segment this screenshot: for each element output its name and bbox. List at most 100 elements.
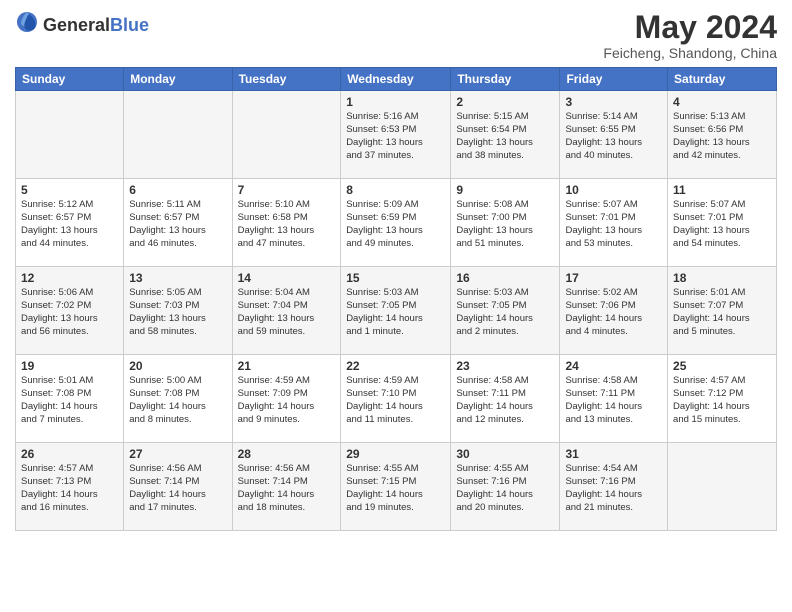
day-cell-3-2: 21Sunrise: 4:59 AM Sunset: 7:09 PM Dayli… bbox=[232, 355, 341, 443]
day-info: Sunrise: 5:01 AM Sunset: 7:07 PM Dayligh… bbox=[673, 287, 771, 338]
day-cell-2-3: 15 Sunrise: 5:03 AM Sunset: 7:05 PM Dayli… bbox=[341, 267, 451, 355]
day-info: Sunrise: 5:05 AM Sunset: 7:03 PM Dayligh… bbox=[129, 287, 226, 338]
day-cell-0-6: 4Sunrise: 5:13 AM Sunset: 6:56 PM Daylig… bbox=[668, 91, 777, 179]
logo-icon bbox=[15, 10, 39, 39]
day-number: 26 bbox=[21, 447, 118, 461]
title-area: May 2024 Feicheng, Shandong, China bbox=[603, 10, 777, 61]
calendar-page: General Blue May 2024 Feicheng, Shandong… bbox=[0, 0, 792, 612]
header-wednesday: Wednesday bbox=[341, 68, 451, 91]
day-number: 16 bbox=[456, 271, 554, 285]
day-cell-3-3: 22 Sunrise: 4:59 AM Sunset: 7:10 PM Dayli… bbox=[341, 355, 451, 443]
week-row-2: 12Sunrise: 5:06 AM Sunset: 7:02 PM Dayli… bbox=[16, 267, 777, 355]
day-cell-0-3: 1 Sunrise: 5:16 AM Sunset: 6:53 PM Daylig… bbox=[341, 91, 451, 179]
day-cell-2-0: 12Sunrise: 5:06 AM Sunset: 7:02 PM Dayli… bbox=[16, 267, 124, 355]
day-cell-0-5: 3 Sunrise: 5:14 AM Sunset: 6:55 PM Daylig… bbox=[560, 91, 668, 179]
day-number: 22 bbox=[346, 359, 445, 373]
day-cell-3-1: 20 Sunrise: 5:00 AM Sunset: 7:08 PM Dayli… bbox=[124, 355, 232, 443]
day-info: Sunrise: 4:55 AM Sunset: 7:16 PM Dayligh… bbox=[456, 463, 554, 514]
day-number: 17 bbox=[565, 271, 662, 285]
day-info: Sunrise: 4:54 AM Sunset: 7:16 PM Dayligh… bbox=[565, 463, 662, 514]
week-row-3: 19Sunrise: 5:01 AM Sunset: 7:08 PM Dayli… bbox=[16, 355, 777, 443]
day-info: Sunrise: 5:16 AM Sunset: 6:53 PM Dayligh… bbox=[346, 111, 445, 162]
day-cell-3-6: 25Sunrise: 4:57 AM Sunset: 7:12 PM Dayli… bbox=[668, 355, 777, 443]
day-cell-1-2: 7Sunrise: 5:10 AM Sunset: 6:58 PM Daylig… bbox=[232, 179, 341, 267]
day-number: 31 bbox=[565, 447, 662, 461]
day-number: 10 bbox=[565, 183, 662, 197]
header-saturday: Saturday bbox=[668, 68, 777, 91]
day-cell-3-5: 24 Sunrise: 4:58 AM Sunset: 7:11 PM Dayli… bbox=[560, 355, 668, 443]
day-cell-1-6: 11Sunrise: 5:07 AM Sunset: 7:01 PM Dayli… bbox=[668, 179, 777, 267]
day-cell-1-1: 6 Sunrise: 5:11 AM Sunset: 6:57 PM Daylig… bbox=[124, 179, 232, 267]
day-cell-0-1 bbox=[124, 91, 232, 179]
logo-blue: Blue bbox=[110, 16, 149, 34]
day-number: 21 bbox=[238, 359, 336, 373]
day-cell-4-4: 30 Sunrise: 4:55 AM Sunset: 7:16 PM Dayli… bbox=[451, 443, 560, 531]
day-cell-1-5: 10 Sunrise: 5:07 AM Sunset: 7:01 PM Dayli… bbox=[560, 179, 668, 267]
day-cell-4-2: 28Sunrise: 4:56 AM Sunset: 7:14 PM Dayli… bbox=[232, 443, 341, 531]
header-friday: Friday bbox=[560, 68, 668, 91]
day-cell-4-6 bbox=[668, 443, 777, 531]
day-cell-2-6: 18Sunrise: 5:01 AM Sunset: 7:07 PM Dayli… bbox=[668, 267, 777, 355]
day-cell-4-1: 27 Sunrise: 4:56 AM Sunset: 7:14 PM Dayli… bbox=[124, 443, 232, 531]
day-number: 24 bbox=[565, 359, 662, 373]
day-number: 29 bbox=[346, 447, 445, 461]
day-cell-4-0: 26 Sunrise: 4:57 AM Sunset: 7:13 PM Dayli… bbox=[16, 443, 124, 531]
day-number: 20 bbox=[129, 359, 226, 373]
day-cell-4-3: 29 Sunrise: 4:55 AM Sunset: 7:15 PM Dayli… bbox=[341, 443, 451, 531]
day-number: 30 bbox=[456, 447, 554, 461]
day-cell-0-2 bbox=[232, 91, 341, 179]
day-cell-1-3: 8Sunrise: 5:09 AM Sunset: 6:59 PM Daylig… bbox=[341, 179, 451, 267]
day-info: Sunrise: 4:57 AM Sunset: 7:13 PM Dayligh… bbox=[21, 463, 118, 514]
day-cell-2-1: 13 Sunrise: 5:05 AM Sunset: 7:03 PM Dayli… bbox=[124, 267, 232, 355]
day-info: Sunrise: 5:03 AM Sunset: 7:05 PM Dayligh… bbox=[346, 287, 445, 338]
day-number: 6 bbox=[129, 183, 226, 197]
day-cell-4-5: 31 Sunrise: 4:54 AM Sunset: 7:16 PM Dayli… bbox=[560, 443, 668, 531]
day-number: 1 bbox=[346, 95, 445, 109]
day-info: Sunrise: 5:04 AM Sunset: 7:04 PM Dayligh… bbox=[238, 287, 336, 338]
day-number: 14 bbox=[238, 271, 336, 285]
week-row-1: 5Sunrise: 5:12 AM Sunset: 6:57 PM Daylig… bbox=[16, 179, 777, 267]
day-info: Sunrise: 4:55 AM Sunset: 7:15 PM Dayligh… bbox=[346, 463, 445, 514]
day-number: 13 bbox=[129, 271, 226, 285]
day-number: 11 bbox=[673, 183, 771, 197]
day-info: Sunrise: 5:15 AM Sunset: 6:54 PM Dayligh… bbox=[456, 111, 554, 162]
day-info: Sunrise: 4:58 AM Sunset: 7:11 PM Dayligh… bbox=[565, 375, 662, 426]
day-cell-3-0: 19Sunrise: 5:01 AM Sunset: 7:08 PM Dayli… bbox=[16, 355, 124, 443]
week-row-0: 1 Sunrise: 5:16 AM Sunset: 6:53 PM Daylig… bbox=[16, 91, 777, 179]
day-cell-2-2: 14 Sunrise: 5:04 AM Sunset: 7:04 PM Dayli… bbox=[232, 267, 341, 355]
day-info: Sunrise: 4:57 AM Sunset: 7:12 PM Dayligh… bbox=[673, 375, 771, 426]
logo-text: General Blue bbox=[43, 16, 149, 34]
day-info: Sunrise: 4:56 AM Sunset: 7:14 PM Dayligh… bbox=[129, 463, 226, 514]
day-number: 19 bbox=[21, 359, 118, 373]
day-number: 23 bbox=[456, 359, 554, 373]
day-info: Sunrise: 5:10 AM Sunset: 6:58 PM Dayligh… bbox=[238, 199, 336, 250]
day-info: Sunrise: 5:11 AM Sunset: 6:57 PM Dayligh… bbox=[129, 199, 226, 250]
logo: General Blue bbox=[15, 10, 149, 39]
day-number: 9 bbox=[456, 183, 554, 197]
day-info: Sunrise: 5:14 AM Sunset: 6:55 PM Dayligh… bbox=[565, 111, 662, 162]
day-number: 15 bbox=[346, 271, 445, 285]
day-number: 2 bbox=[456, 95, 554, 109]
day-info: Sunrise: 5:12 AM Sunset: 6:57 PM Dayligh… bbox=[21, 199, 118, 250]
day-cell-0-4: 2 Sunrise: 5:15 AM Sunset: 6:54 PM Daylig… bbox=[451, 91, 560, 179]
header-tuesday: Tuesday bbox=[232, 68, 341, 91]
day-info: Sunrise: 5:06 AM Sunset: 7:02 PM Dayligh… bbox=[21, 287, 118, 338]
month-title: May 2024 bbox=[603, 10, 777, 45]
day-number: 27 bbox=[129, 447, 226, 461]
calendar-table: Sunday Monday Tuesday Wednesday Thursday… bbox=[15, 67, 777, 531]
calendar-header-row: Sunday Monday Tuesday Wednesday Thursday… bbox=[16, 68, 777, 91]
week-row-4: 26 Sunrise: 4:57 AM Sunset: 7:13 PM Dayli… bbox=[16, 443, 777, 531]
day-info: Sunrise: 5:02 AM Sunset: 7:06 PM Dayligh… bbox=[565, 287, 662, 338]
day-info: Sunrise: 4:56 AM Sunset: 7:14 PM Dayligh… bbox=[238, 463, 336, 514]
day-cell-2-5: 17 Sunrise: 5:02 AM Sunset: 7:06 PM Dayli… bbox=[560, 267, 668, 355]
day-number: 3 bbox=[565, 95, 662, 109]
header-monday: Monday bbox=[124, 68, 232, 91]
day-cell-1-0: 5Sunrise: 5:12 AM Sunset: 6:57 PM Daylig… bbox=[16, 179, 124, 267]
logo-general: General bbox=[43, 16, 110, 34]
day-info: Sunrise: 5:07 AM Sunset: 7:01 PM Dayligh… bbox=[565, 199, 662, 250]
day-cell-1-4: 9 Sunrise: 5:08 AM Sunset: 7:00 PM Daylig… bbox=[451, 179, 560, 267]
day-info: Sunrise: 4:59 AM Sunset: 7:10 PM Dayligh… bbox=[346, 375, 445, 426]
day-info: Sunrise: 5:08 AM Sunset: 7:00 PM Dayligh… bbox=[456, 199, 554, 250]
day-info: Sunrise: 5:00 AM Sunset: 7:08 PM Dayligh… bbox=[129, 375, 226, 426]
location: Feicheng, Shandong, China bbox=[603, 45, 777, 61]
